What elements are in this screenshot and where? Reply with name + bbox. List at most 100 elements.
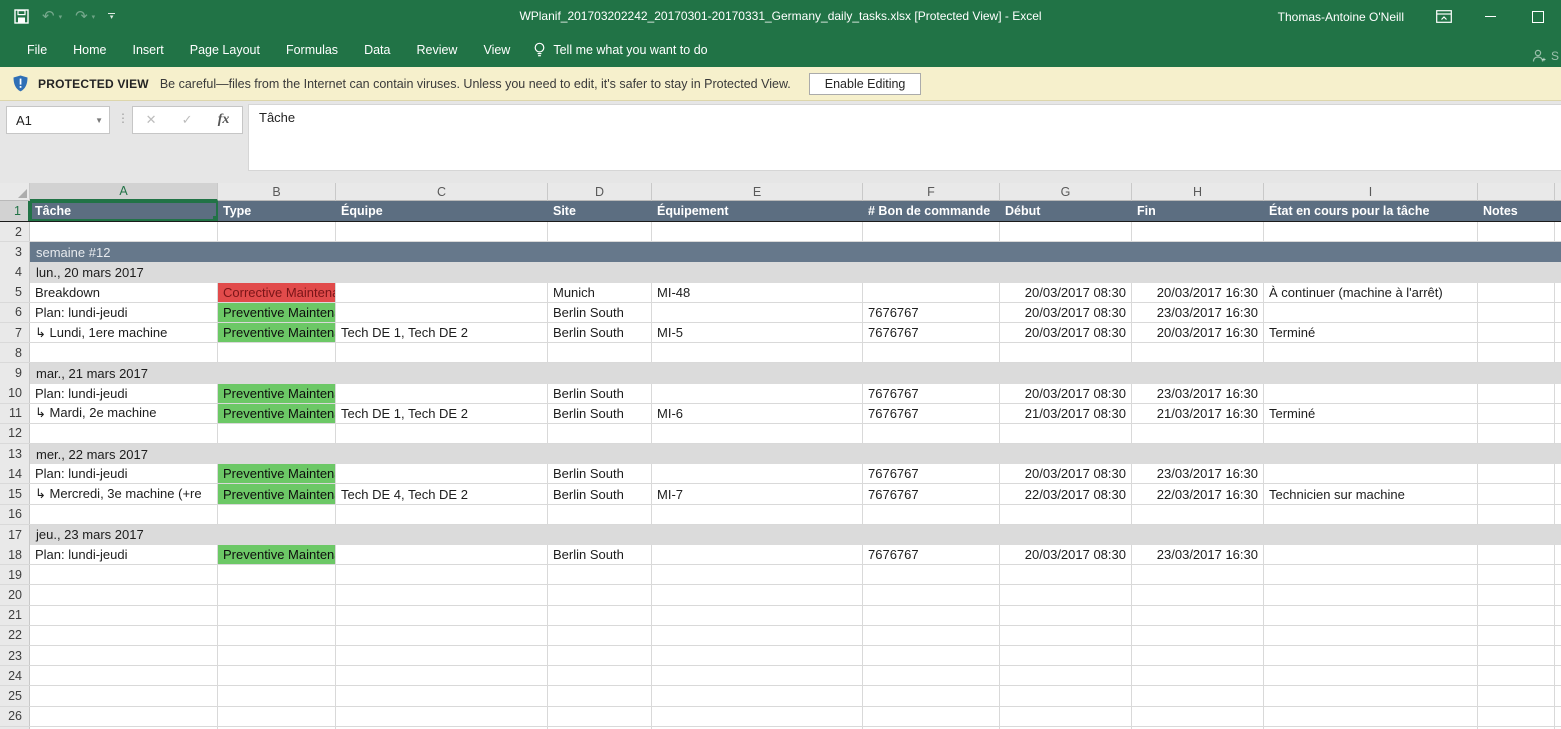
row-header-3[interactable]: 3 bbox=[0, 242, 30, 262]
cell-E6[interactable] bbox=[652, 303, 863, 322]
cell-E18[interactable] bbox=[652, 545, 863, 564]
cell-D19[interactable] bbox=[548, 565, 652, 584]
band-row-13[interactable]: mer., 22 mars 2017 bbox=[30, 444, 1561, 464]
cell-J21[interactable] bbox=[1478, 606, 1555, 625]
cell-B18[interactable]: Preventive Maintenance bbox=[218, 545, 336, 564]
cell-D21[interactable] bbox=[548, 606, 652, 625]
col-header-K[interactable] bbox=[1555, 183, 1561, 201]
cell-E19[interactable] bbox=[652, 565, 863, 584]
cell-G14[interactable]: 20/03/2017 08:30 bbox=[1000, 464, 1132, 483]
cell-D15[interactable]: Berlin South bbox=[548, 484, 652, 503]
cell-F6[interactable]: 7676767 bbox=[863, 303, 1000, 322]
cell-D12[interactable] bbox=[548, 424, 652, 443]
cell-G8[interactable] bbox=[1000, 343, 1132, 362]
user-name[interactable]: Thomas-Antoine O'Neill bbox=[1278, 10, 1404, 24]
cell-E22[interactable] bbox=[652, 626, 863, 645]
cell-F16[interactable] bbox=[863, 505, 1000, 524]
cell-J23[interactable] bbox=[1478, 646, 1555, 665]
cell-J18[interactable] bbox=[1478, 545, 1555, 564]
row-header-12[interactable]: 12 bbox=[0, 424, 30, 443]
cell-H19[interactable] bbox=[1132, 565, 1264, 584]
cell-E11[interactable]: MI-6 bbox=[652, 404, 863, 423]
cell-B7[interactable]: Preventive Maintenance bbox=[218, 323, 336, 342]
row-header-21[interactable]: 21 bbox=[0, 606, 30, 625]
col-header-G[interactable]: G bbox=[1000, 183, 1132, 201]
cell-C7[interactable]: Tech DE 1, Tech DE 2 bbox=[336, 323, 548, 342]
cell-J15[interactable] bbox=[1478, 484, 1555, 503]
cell-I16[interactable] bbox=[1264, 505, 1478, 524]
cell-I22[interactable] bbox=[1264, 626, 1478, 645]
cell-D6[interactable]: Berlin South bbox=[548, 303, 652, 322]
cell-F18[interactable]: 7676767 bbox=[863, 545, 1000, 564]
cell-F20[interactable] bbox=[863, 585, 1000, 604]
cell-F7[interactable]: 7676767 bbox=[863, 323, 1000, 342]
cell-H26[interactable] bbox=[1132, 707, 1264, 726]
cell-B8[interactable] bbox=[218, 343, 336, 362]
row-header-5[interactable]: 5 bbox=[0, 283, 30, 302]
cell-E20[interactable] bbox=[652, 585, 863, 604]
cell-C24[interactable] bbox=[336, 666, 548, 685]
redo-icon[interactable]: ↷ bbox=[75, 9, 88, 24]
cell-K14[interactable] bbox=[1555, 464, 1561, 483]
cell-D16[interactable] bbox=[548, 505, 652, 524]
cell-E5[interactable]: MI-48 bbox=[652, 283, 863, 302]
cell-I15[interactable]: Technicien sur machine bbox=[1264, 484, 1478, 503]
share-button[interactable]: S bbox=[1532, 49, 1559, 63]
col-header-B[interactable]: B bbox=[218, 183, 336, 201]
cell-I6[interactable] bbox=[1264, 303, 1478, 322]
cell-A21[interactable] bbox=[30, 606, 218, 625]
cell-H10[interactable]: 23/03/2017 16:30 bbox=[1132, 384, 1264, 403]
cell-J7[interactable] bbox=[1478, 323, 1555, 342]
cell-D14[interactable]: Berlin South bbox=[548, 464, 652, 483]
row-header-19[interactable]: 19 bbox=[0, 565, 30, 584]
col-header-I[interactable]: I bbox=[1264, 183, 1478, 201]
cell-K23[interactable] bbox=[1555, 646, 1561, 665]
cell-E24[interactable] bbox=[652, 666, 863, 685]
cell-K25[interactable] bbox=[1555, 686, 1561, 705]
cell-I18[interactable] bbox=[1264, 545, 1478, 564]
cell-J25[interactable] bbox=[1478, 686, 1555, 705]
cell-G11[interactable]: 21/03/2017 08:30 bbox=[1000, 404, 1132, 423]
cell-K1[interactable] bbox=[1555, 201, 1561, 221]
cell-B24[interactable] bbox=[218, 666, 336, 685]
cell-G12[interactable] bbox=[1000, 424, 1132, 443]
tab-view[interactable]: View bbox=[470, 33, 523, 67]
cell-J2[interactable] bbox=[1478, 222, 1555, 241]
cell-C18[interactable] bbox=[336, 545, 548, 564]
cell-E8[interactable] bbox=[652, 343, 863, 362]
cell-F23[interactable] bbox=[863, 646, 1000, 665]
cell-E2[interactable] bbox=[652, 222, 863, 241]
cell-I10[interactable] bbox=[1264, 384, 1478, 403]
cell-G5[interactable]: 20/03/2017 08:30 bbox=[1000, 283, 1132, 302]
cell-B12[interactable] bbox=[218, 424, 336, 443]
cell-G7[interactable]: 20/03/2017 08:30 bbox=[1000, 323, 1132, 342]
cell-K8[interactable] bbox=[1555, 343, 1561, 362]
cell-H21[interactable] bbox=[1132, 606, 1264, 625]
cell-E21[interactable] bbox=[652, 606, 863, 625]
cell-E14[interactable] bbox=[652, 464, 863, 483]
cell-K24[interactable] bbox=[1555, 666, 1561, 685]
cell-A25[interactable] bbox=[30, 686, 218, 705]
cell-H20[interactable] bbox=[1132, 585, 1264, 604]
cell-K15[interactable] bbox=[1555, 484, 1561, 503]
cell-A2[interactable] bbox=[30, 222, 218, 241]
tab-formulas[interactable]: Formulas bbox=[273, 33, 351, 67]
cell-K22[interactable] bbox=[1555, 626, 1561, 645]
tab-page-layout[interactable]: Page Layout bbox=[177, 33, 273, 67]
cell-I5[interactable]: À continuer (machine à l'arrêt) bbox=[1264, 283, 1478, 302]
save-icon[interactable] bbox=[14, 9, 29, 24]
row-header-1[interactable]: 1 bbox=[0, 201, 30, 221]
cell-F26[interactable] bbox=[863, 707, 1000, 726]
row-header-25[interactable]: 25 bbox=[0, 686, 30, 705]
cell-A26[interactable] bbox=[30, 707, 218, 726]
cell-J8[interactable] bbox=[1478, 343, 1555, 362]
cell-H1[interactable]: Fin bbox=[1132, 201, 1264, 221]
enable-editing-button[interactable]: Enable Editing bbox=[809, 73, 922, 95]
cell-B6[interactable]: Preventive Maintenance bbox=[218, 303, 336, 322]
cell-F1[interactable]: # Bon de commande bbox=[863, 201, 1000, 221]
cell-J1[interactable]: Notes bbox=[1478, 201, 1555, 221]
row-header-2[interactable]: 2 bbox=[0, 222, 30, 241]
cell-H14[interactable]: 23/03/2017 16:30 bbox=[1132, 464, 1264, 483]
row-header-20[interactable]: 20 bbox=[0, 585, 30, 604]
name-box-caret-icon[interactable]: ▼ bbox=[95, 116, 103, 125]
